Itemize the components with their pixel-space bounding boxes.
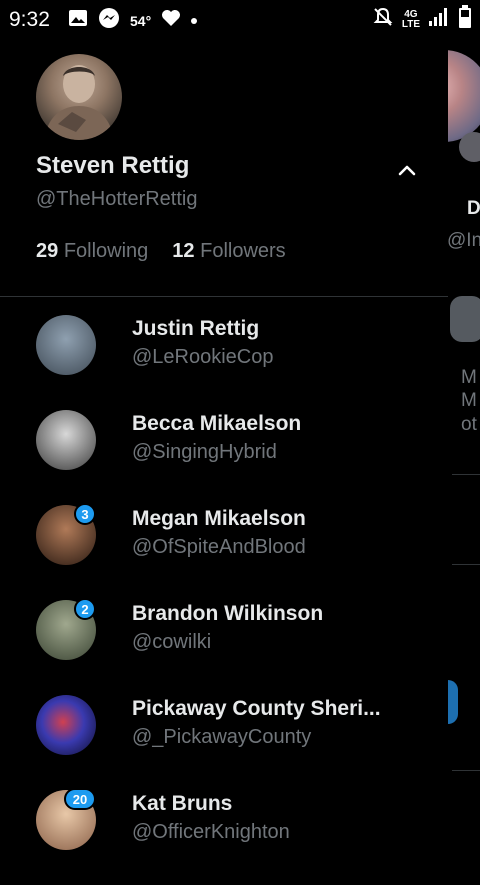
timeline-divider <box>452 474 480 475</box>
timeline-divider <box>452 770 480 771</box>
temperature-icon: 54° <box>130 12 152 29</box>
account-name: Becca Mikaelson <box>132 412 302 435</box>
account-handle: @OfSpiteAndBlood <box>132 536 306 558</box>
account-handle: @_PickawayCounty <box>132 726 312 748</box>
account-item[interactable]: 20 Kat Bruns @OfficerKnighton <box>0 788 448 885</box>
account-name: Brandon Wilkinson <box>132 602 324 625</box>
account-name: Kat Bruns <box>132 792 233 815</box>
following-link[interactable]: 29 Following <box>36 240 148 263</box>
avatar <box>36 695 96 755</box>
profile-name[interactable]: Steven Rettig <box>36 152 189 180</box>
follow-stats: 29 Following 12 Followers <box>36 240 286 263</box>
heart-icon <box>161 9 181 32</box>
account-item[interactable]: 3 Megan Mikaelson @OfSpiteAndBlood <box>0 503 448 600</box>
messenger-icon <box>98 7 120 34</box>
followers-link[interactable]: 12 Followers <box>172 240 285 263</box>
notification-badge: 2 <box>74 598 96 620</box>
divider <box>0 296 448 297</box>
account-item[interactable]: 2 Brandon Wilkinson @cowilki <box>0 598 448 695</box>
account-handle: @cowilki <box>132 631 212 653</box>
account-drawer: Steven Rettig @TheHotterRettig 29 Follow… <box>0 38 448 854</box>
status-bar: 9:32 54° 4G LTE <box>0 0 480 38</box>
profile-avatar[interactable] <box>36 54 122 140</box>
avatar <box>36 315 96 375</box>
account-name: Justin Rettig <box>132 317 260 340</box>
account-item[interactable]: Becca Mikaelson @SingingHybrid <box>0 410 448 505</box>
status-time: 9:32 <box>9 8 50 31</box>
chevron-up-icon[interactable] <box>396 162 418 178</box>
account-name: Pickaway County Sheri... <box>132 697 381 720</box>
account-handle: @OfficerKnighton <box>132 821 290 843</box>
account-item[interactable]: Pickaway County Sheri... @_PickawayCount… <box>0 695 448 790</box>
notification-badge: 20 <box>64 788 96 810</box>
timeline-fragment: @In <box>447 230 480 251</box>
image-icon <box>68 9 88 32</box>
timeline-divider <box>452 564 480 565</box>
account-handle: @SingingHybrid <box>132 441 277 463</box>
account-name: Megan Mikaelson <box>132 507 306 530</box>
battery-icon <box>458 5 472 34</box>
mute-icon <box>372 6 394 33</box>
timeline-media <box>448 680 458 724</box>
account-item[interactable]: Justin Rettig @LeRookieCop <box>0 315 448 410</box>
notification-badge: 3 <box>74 503 96 525</box>
network-icon: 4G LTE <box>401 8 420 30</box>
timeline-fragment: D <box>467 198 480 219</box>
timeline-fragment: M <box>461 390 477 411</box>
timeline-button[interactable] <box>450 296 480 342</box>
avatar <box>36 410 96 470</box>
account-handle: @LeRookieCop <box>132 346 274 368</box>
notification-dot <box>191 17 198 24</box>
timeline-fragment: ot <box>461 414 477 435</box>
profile-handle: @TheHotterRettig <box>36 188 198 210</box>
signal-icon <box>428 7 450 32</box>
timeline-fragment: M <box>461 367 477 388</box>
